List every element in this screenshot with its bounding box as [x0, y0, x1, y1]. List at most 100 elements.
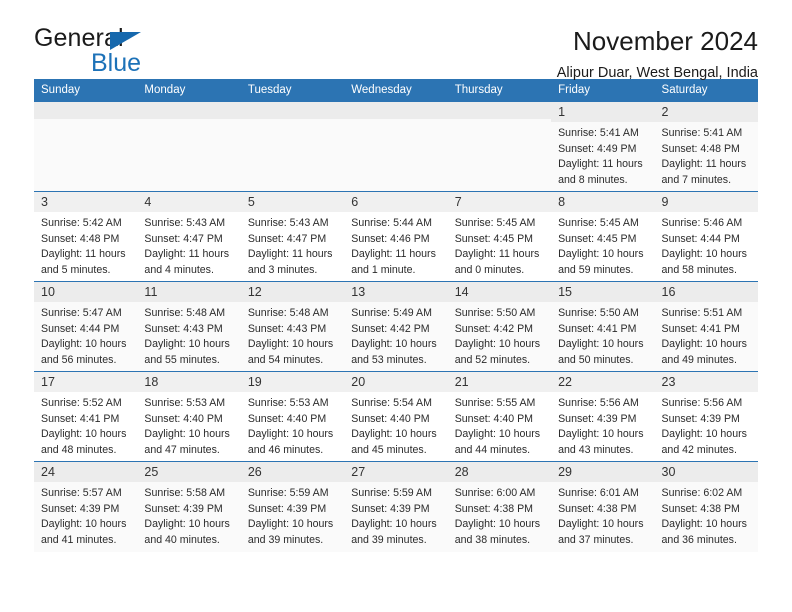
calendar-day-cell[interactable]: 27 Sunrise: 5:59 AM Sunset: 4:39 PM Dayligh…	[344, 461, 448, 552]
sunrise-text: Sunrise: 5:54 AM	[351, 397, 432, 410]
daylight-text: Daylight: 11 hours and 8 minutes.	[558, 158, 643, 186]
day-details: Sunrise: 5:56 AM Sunset: 4:39 PM Daylight:…	[551, 392, 654, 458]
calendar-day-cell[interactable]: 15 Sunrise: 5:50 AM Sunset: 4:41 PM Dayligh…	[551, 281, 655, 372]
calendar-day-cell[interactable]: 24 Sunrise: 5:57 AM Sunset: 4:39 PM Dayligh…	[34, 461, 138, 552]
daylight-text: Daylight: 10 hours and 40 minutes.	[144, 518, 230, 546]
day-details: Sunrise: 5:53 AM Sunset: 4:40 PM Daylight:…	[241, 392, 344, 458]
calendar-cell-empty	[240, 101, 345, 192]
calendar-day-cell[interactable]: 20 Sunrise: 5:54 AM Sunset: 4:40 PM Dayligh…	[344, 371, 448, 462]
calendar-day-cell[interactable]: 10 Sunrise: 5:47 AM Sunset: 4:44 PM Dayligh…	[34, 281, 138, 372]
day-number	[240, 102, 345, 119]
day-number: 20	[344, 372, 448, 393]
sunrise-text: Sunrise: 5:59 AM	[247, 487, 329, 500]
calendar-day-cell[interactable]: 13 Sunrise: 5:49 AM Sunset: 4:42 PM Dayligh…	[344, 281, 448, 372]
sunrise-text: Sunrise: 5:43 AM	[247, 217, 329, 230]
daylight-text: Daylight: 11 hours and 0 minutes.	[454, 248, 540, 276]
calendar-day-cell[interactable]: 19 Sunrise: 5:53 AM Sunset: 4:40 PM Dayligh…	[240, 371, 345, 462]
logo-text-blue: Blue	[91, 49, 142, 77]
calendar-day-cell[interactable]: 3 Sunrise: 5:42 AM Sunset: 4:48 PM Daylight…	[34, 191, 138, 282]
day-details: Sunrise: 6:02 AM Sunset: 4:38 PM Daylight:…	[655, 482, 758, 548]
sunset-text: Sunset: 4:39 PM	[661, 412, 740, 425]
sunset-text: Sunset: 4:39 PM	[144, 502, 223, 515]
calendar-day-cell[interactable]: 6 Sunrise: 5:44 AM Sunset: 4:46 PM Daylight…	[344, 191, 448, 282]
sunrise-text: Sunrise: 5:56 AM	[661, 397, 743, 410]
day-details: Sunrise: 5:59 AM Sunset: 4:39 PM Daylight:…	[344, 482, 447, 548]
day-details: Sunrise: 5:48 AM Sunset: 4:43 PM Daylight:…	[241, 302, 344, 368]
calendar-day-cell[interactable]: 21 Sunrise: 5:55 AM Sunset: 4:40 PM Dayligh…	[447, 371, 552, 462]
day-details: Sunrise: 5:56 AM Sunset: 4:39 PM Daylight:…	[655, 392, 758, 458]
day-number: 3	[34, 192, 138, 213]
calendar-day-cell[interactable]: 30 Sunrise: 6:02 AM Sunset: 4:38 PM Dayligh…	[654, 461, 758, 552]
sunrise-text: Sunrise: 5:41 AM	[558, 127, 639, 140]
sunrise-text: Sunrise: 5:52 AM	[41, 397, 122, 410]
calendar-day-cell[interactable]: 5 Sunrise: 5:43 AM Sunset: 4:47 PM Daylight…	[240, 191, 345, 282]
calendar-day-cell[interactable]: 1 Sunrise: 5:41 AM Sunset: 4:49 PM Daylight…	[551, 101, 655, 192]
sunrise-text: Sunrise: 5:57 AM	[41, 487, 122, 500]
calendar-day-cell[interactable]: 7 Sunrise: 5:45 AM Sunset: 4:45 PM Daylight…	[447, 191, 552, 282]
sunrise-text: Sunrise: 6:00 AM	[454, 487, 536, 500]
day-details: Sunrise: 5:49 AM Sunset: 4:42 PM Daylight:…	[344, 302, 447, 368]
calendar-day-cell[interactable]: 4 Sunrise: 5:43 AM Sunset: 4:47 PM Daylight…	[137, 191, 241, 282]
daylight-text: Daylight: 11 hours and 4 minutes.	[144, 248, 230, 276]
day-number: 4	[137, 192, 241, 213]
sunset-text: Sunset: 4:40 PM	[351, 412, 430, 425]
calendar-week-row: 1 Sunrise: 5:41 AM Sunset: 4:49 PM Daylight…	[34, 101, 758, 192]
sunrise-text: Sunrise: 5:53 AM	[144, 397, 226, 410]
day-number: 2	[654, 102, 758, 123]
sunrise-text: Sunrise: 5:53 AM	[247, 397, 329, 410]
daylight-text: Daylight: 10 hours and 50 minutes.	[558, 338, 644, 366]
calendar-day-cell[interactable]: 26 Sunrise: 5:59 AM Sunset: 4:39 PM Dayligh…	[240, 461, 345, 552]
calendar-day-cell[interactable]: 16 Sunrise: 5:51 AM Sunset: 4:41 PM Dayligh…	[654, 281, 758, 372]
calendar-cell-empty	[447, 101, 552, 192]
sunset-text: Sunset: 4:39 PM	[558, 412, 637, 425]
sunset-text: Sunset: 4:43 PM	[144, 322, 223, 335]
calendar-day-cell[interactable]: 18 Sunrise: 5:53 AM Sunset: 4:40 PM Dayligh…	[137, 371, 241, 462]
calendar-day-cell[interactable]: 28 Sunrise: 6:00 AM Sunset: 4:38 PM Dayligh…	[447, 461, 552, 552]
day-number: 30	[654, 462, 758, 483]
sunrise-text: Sunrise: 5:48 AM	[247, 307, 329, 320]
calendar-day-cell[interactable]: 25 Sunrise: 5:58 AM Sunset: 4:39 PM Dayligh…	[137, 461, 241, 552]
day-details: Sunrise: 5:54 AM Sunset: 4:40 PM Daylight:…	[344, 392, 447, 458]
day-number	[137, 102, 241, 119]
day-details: Sunrise: 5:44 AM Sunset: 4:46 PM Daylight:…	[344, 212, 447, 278]
day-number	[34, 102, 138, 119]
weekday-header-friday: Friday	[551, 79, 655, 102]
logo-triangle-icon	[110, 32, 141, 50]
daylight-text: Daylight: 10 hours and 55 minutes.	[144, 338, 230, 366]
logo[interactable]: General Blue	[34, 26, 224, 82]
day-number: 15	[551, 282, 655, 303]
calendar-day-cell[interactable]: 22 Sunrise: 5:56 AM Sunset: 4:39 PM Dayligh…	[551, 371, 655, 462]
calendar-day-cell[interactable]: 2 Sunrise: 5:41 AM Sunset: 4:48 PM Daylight…	[654, 101, 758, 192]
calendar-body: 1 Sunrise: 5:41 AM Sunset: 4:49 PM Daylight…	[34, 101, 758, 552]
calendar-cell-empty	[344, 101, 448, 192]
day-number: 8	[551, 192, 655, 213]
sunrise-text: Sunrise: 5:50 AM	[454, 307, 536, 320]
day-number: 21	[447, 372, 552, 393]
daylight-text: Daylight: 11 hours and 1 minute.	[351, 248, 436, 276]
calendar-day-cell[interactable]: 14 Sunrise: 5:50 AM Sunset: 4:42 PM Dayligh…	[447, 281, 552, 372]
day-number: 28	[447, 462, 552, 483]
calendar-grid: Sunday Monday Tuesday Wednesday Thursday Frid…	[34, 79, 758, 552]
calendar-day-cell[interactable]: 8 Sunrise: 5:45 AM Sunset: 4:45 PM Daylight…	[551, 191, 655, 282]
calendar-day-cell[interactable]: 29 Sunrise: 6:01 AM Sunset: 4:38 PM Dayligh…	[551, 461, 655, 552]
weekday-header-saturday: Saturday	[654, 79, 758, 102]
calendar-day-cell[interactable]: 12 Sunrise: 5:48 AM Sunset: 4:43 PM Dayligh…	[240, 281, 345, 372]
day-number: 24	[34, 462, 138, 483]
sunset-text: Sunset: 4:44 PM	[661, 232, 740, 245]
daylight-text: Daylight: 10 hours and 36 minutes.	[661, 518, 747, 546]
day-details: Sunrise: 5:48 AM Sunset: 4:43 PM Daylight:…	[137, 302, 240, 368]
sunrise-text: Sunrise: 5:58 AM	[144, 487, 226, 500]
calendar-day-cell[interactable]: 23 Sunrise: 5:56 AM Sunset: 4:39 PM Dayligh…	[654, 371, 758, 462]
daylight-text: Daylight: 10 hours and 44 minutes.	[454, 428, 541, 456]
daylight-text: Daylight: 10 hours and 42 minutes.	[661, 428, 747, 456]
calendar-day-cell[interactable]: 11 Sunrise: 5:48 AM Sunset: 4:43 PM Dayligh…	[137, 281, 241, 372]
sunset-text: Sunset: 4:46 PM	[351, 232, 430, 245]
day-details: Sunrise: 5:59 AM Sunset: 4:39 PM Daylight:…	[241, 482, 344, 548]
day-number: 1	[551, 102, 655, 123]
daylight-text: Daylight: 10 hours and 45 minutes.	[351, 428, 437, 456]
calendar-day-cell[interactable]: 9 Sunrise: 5:46 AM Sunset: 4:44 PM Daylight…	[654, 191, 758, 282]
day-details: Sunrise: 5:43 AM Sunset: 4:47 PM Daylight:…	[137, 212, 240, 278]
calendar-week-row: 24 Sunrise: 5:57 AM Sunset: 4:39 PM Dayligh…	[34, 461, 758, 552]
calendar-cell-empty	[137, 101, 241, 192]
calendar-day-cell[interactable]: 17 Sunrise: 5:52 AM Sunset: 4:41 PM Dayligh…	[34, 371, 138, 462]
